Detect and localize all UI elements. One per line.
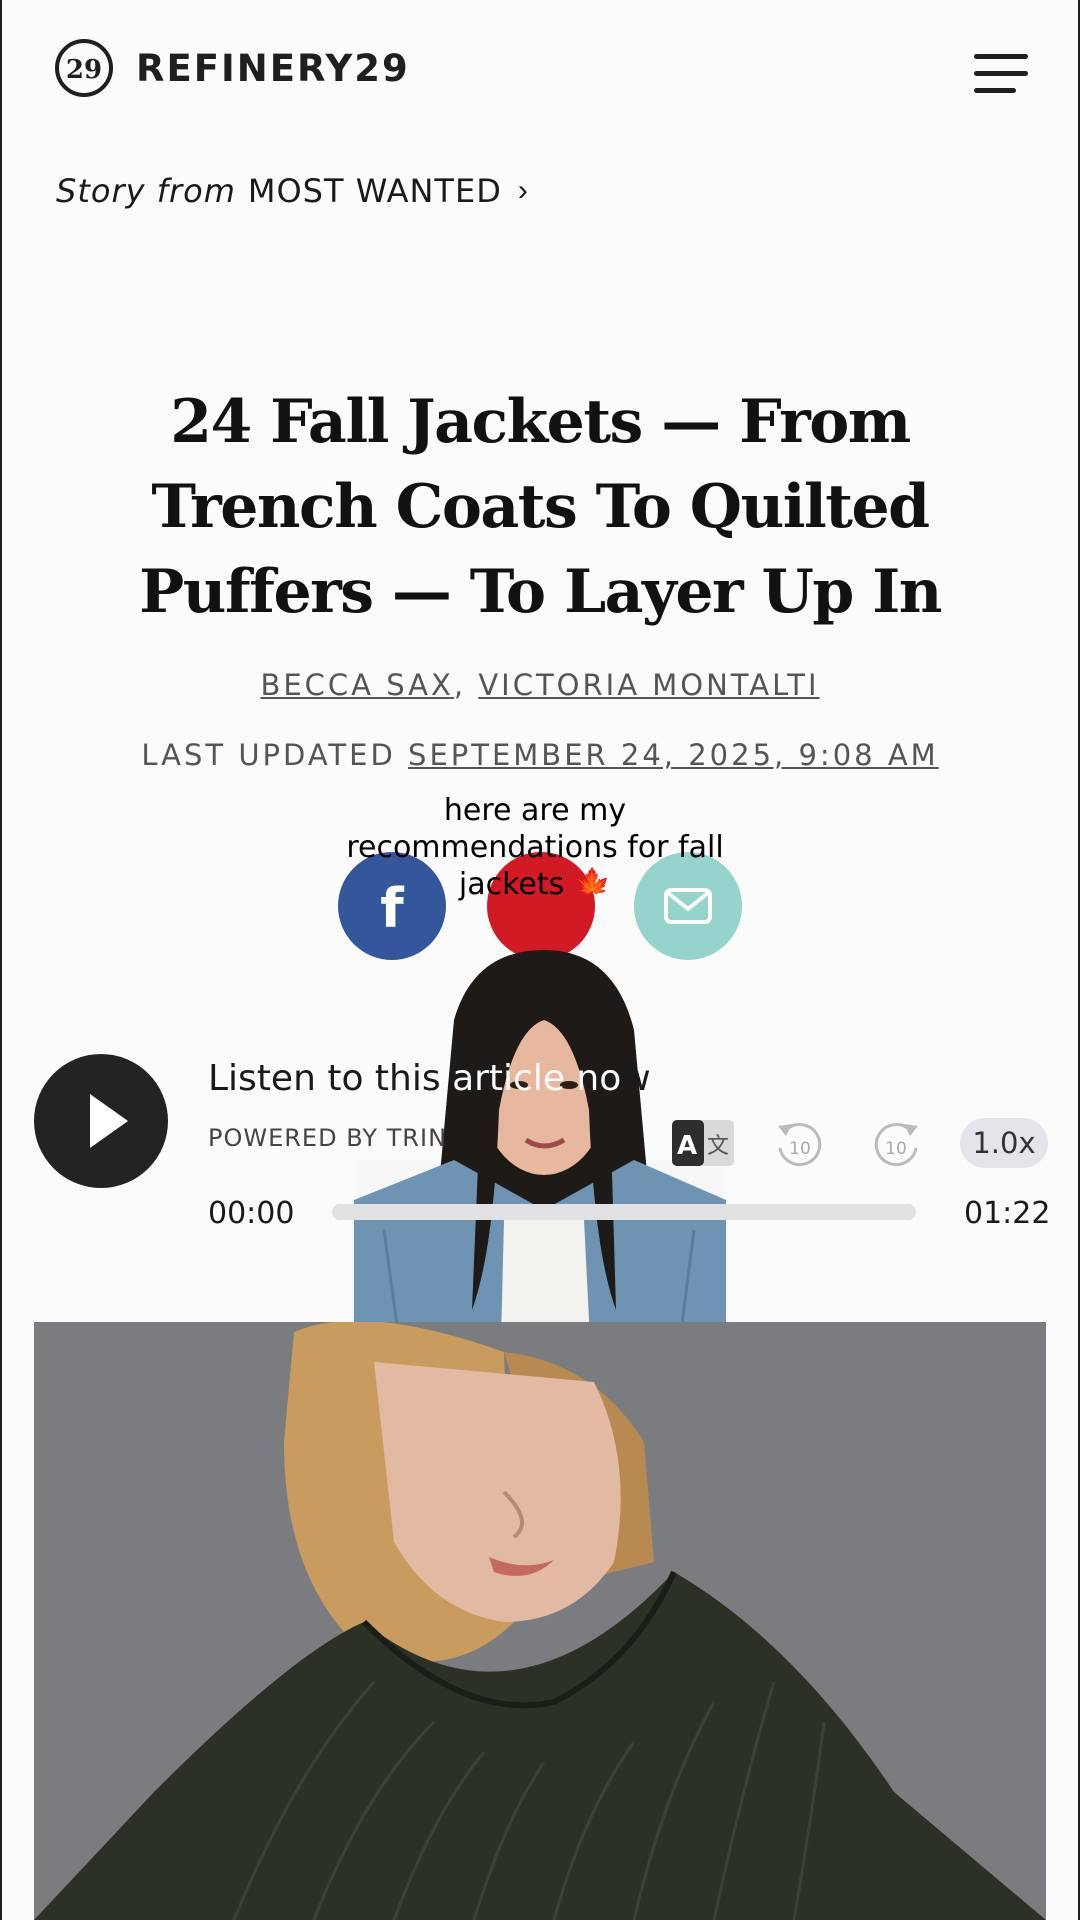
audio-progress-bar[interactable] (332, 1204, 916, 1220)
audio-title-text: Listen to this (208, 1058, 441, 1099)
svg-text:10: 10 (789, 1139, 811, 1159)
svg-text:A: A (677, 1131, 697, 1161)
chevron-right-icon: › (517, 174, 528, 207)
current-time: 00:00 (208, 1196, 295, 1231)
play-audio-button[interactable] (34, 1054, 168, 1188)
story-from-link[interactable]: Story from MOST WANTED › (56, 172, 528, 210)
audio-title-end: w (621, 1058, 651, 1099)
last-updated: LAST UPDATED SEPTEMBER 24, 2025, 9:08 AM (0, 738, 1080, 772)
updated-label: LAST UPDATED (141, 738, 396, 772)
headline-line: 24 Fall Jackets — From (170, 387, 911, 457)
rewind-10-icon[interactable]: 10 (772, 1118, 826, 1172)
headline-line: Trench Coats To Quilted (151, 472, 930, 542)
total-time: 01:22 (964, 1196, 1051, 1231)
article-headline: 24 Fall Jackets — From Trench Coats To Q… (130, 380, 950, 635)
site-header: 29 REFINERY29 (0, 0, 1080, 140)
frame-border-left (0, 0, 2, 1920)
svg-text:29: 29 (66, 55, 102, 85)
story-from-prefix: Story from (56, 172, 236, 210)
play-icon (90, 1094, 128, 1148)
hamburger-menu-icon[interactable] (974, 54, 1028, 94)
video-caption: here are my recommendations for fall jac… (280, 792, 790, 903)
updated-date[interactable]: SEPTEMBER 24, 2025, 9:08 AM (408, 738, 939, 772)
caption-line: here are my (443, 793, 627, 828)
audio-title-gap: article no (440, 1058, 622, 1099)
brand-logo[interactable]: 29 REFINERY29 (54, 38, 410, 98)
caption-line: jackets 🍁 (458, 867, 612, 902)
powered-by-label: POWERED BY TRIN (208, 1124, 448, 1152)
byline: BECCA SAX, VICTORIA MONTALTI (0, 668, 1080, 702)
svg-text:文: 文 (707, 1134, 729, 1159)
translate-icon[interactable]: A 文 (672, 1120, 734, 1166)
refinery29-logo-icon: 29 (55, 39, 113, 97)
forward-10-icon[interactable]: 10 (870, 1118, 924, 1172)
svg-text:10: 10 (885, 1139, 907, 1159)
hero-image (34, 1322, 1046, 1920)
playback-speed-button[interactable]: 1.0x (960, 1118, 1048, 1168)
caption-line: recommendations for fall (346, 830, 724, 865)
brand-name: REFINERY29 (136, 46, 410, 90)
headline-line: Puffers — To Layer Up In (139, 557, 942, 627)
author-link[interactable]: VICTORIA MONTALTI (478, 668, 819, 702)
audio-title: Listen to this article now (208, 1058, 651, 1099)
author-link[interactable]: BECCA SAX (260, 668, 453, 702)
story-from-name: MOST WANTED (247, 172, 502, 210)
author-separator: , (453, 668, 467, 702)
